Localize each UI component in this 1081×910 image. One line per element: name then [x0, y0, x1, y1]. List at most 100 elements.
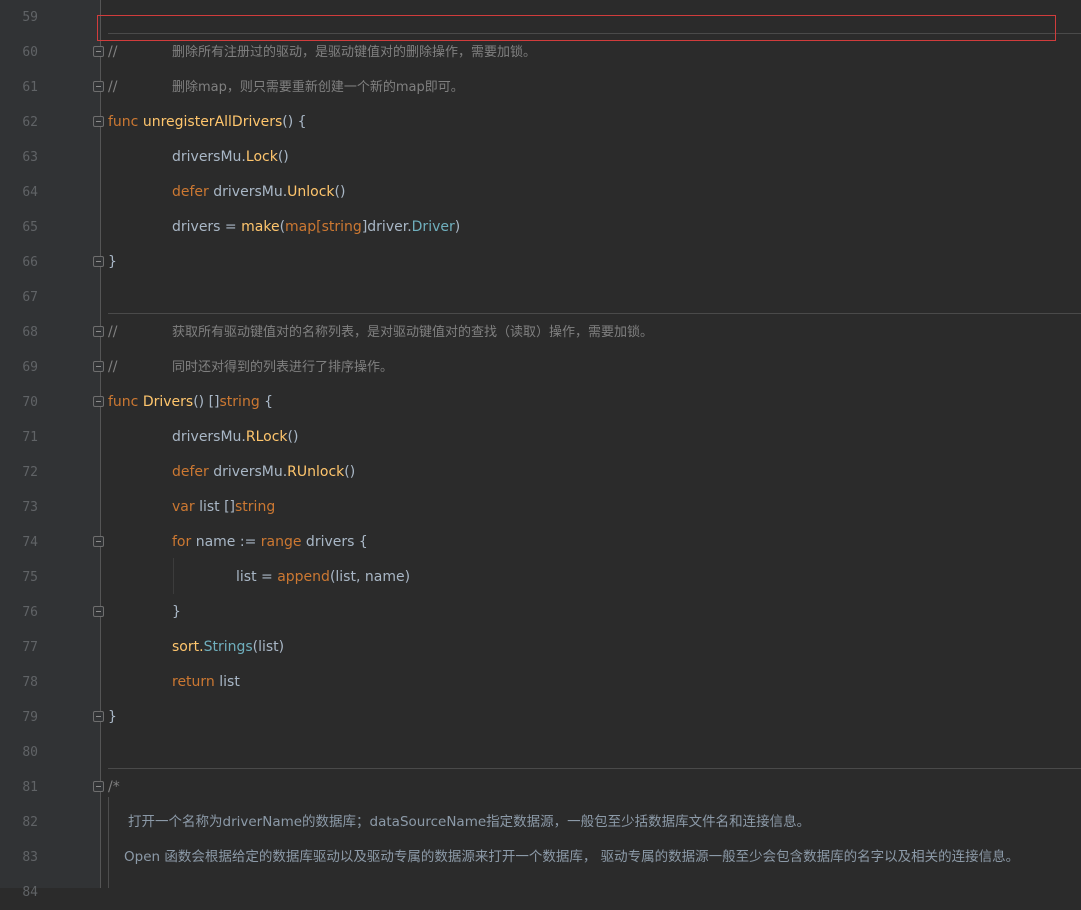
code-token: list: [214, 674, 240, 690]
code-token: list []: [194, 499, 236, 515]
fold-toggle-icon[interactable]: [93, 326, 104, 337]
code-line: 61 // 删除map，则只需要重新创建一个新的map即可。: [0, 70, 1081, 105]
package-type: Driver: [411, 219, 455, 235]
code-line: 71 driversMu.RLock(): [0, 420, 1081, 455]
code-line: 63 driversMu.Lock(): [0, 140, 1081, 175]
code-token: (): [344, 464, 356, 480]
function-name: Drivers: [142, 394, 194, 410]
line-number: 77: [22, 640, 38, 655]
fold-toggle-icon[interactable]: [93, 81, 104, 92]
code-text: defer driversMu.RUnlock(): [172, 455, 355, 490]
code-token: drivers {: [301, 534, 368, 550]
code-line: 70 func Drivers() []string {: [0, 385, 1081, 420]
code-token: ): [454, 219, 461, 235]
line-number: 82: [22, 815, 38, 830]
line-number: 78: [22, 675, 38, 690]
code-token: driversMu.: [208, 464, 288, 480]
code-line: 78 return list: [0, 665, 1081, 700]
code-line: 66 }: [0, 245, 1081, 280]
line-number: 62: [22, 115, 38, 130]
code-text: sort.Strings(list): [172, 630, 284, 665]
keyword: defer: [172, 184, 209, 200]
method-call: Lock: [245, 149, 278, 165]
line-number: 67: [22, 290, 38, 305]
fold-toggle-icon[interactable]: [93, 781, 104, 792]
line-number: 60: [22, 45, 38, 60]
fold-end-icon[interactable]: [93, 256, 104, 267]
code-line: 83 Open 函数会根据给定的数据库驱动以及驱动专属的数据源来打开一个数据库，…: [0, 840, 1081, 875]
fold-end-icon[interactable]: [93, 606, 104, 617]
line-number: 59: [22, 10, 38, 25]
code-line: 72 defer driversMu.RUnlock(): [0, 455, 1081, 490]
fold-toggle-icon[interactable]: [93, 116, 104, 127]
fold-toggle-icon[interactable]: [93, 536, 104, 547]
code-text: var list []string: [172, 490, 275, 525]
method-call: Strings: [203, 639, 253, 655]
code-line: 74 for name := range drivers {: [0, 525, 1081, 560]
code-text: driversMu.Lock(): [172, 140, 289, 175]
method-call: RLock: [245, 429, 288, 445]
line-number: 70: [22, 395, 38, 410]
line-number: 74: [22, 535, 38, 550]
block-comment-start: /*: [108, 779, 120, 795]
code-token: drivers =: [172, 219, 242, 235]
code-token: () []: [193, 394, 220, 410]
code-line: 68 // 获取所有驱动键值对的名称列表，是对驱动键值对的查找（读取）操作，需要…: [0, 315, 1081, 350]
code-token: (list, name): [329, 569, 411, 585]
code-token: ]driver.: [361, 219, 412, 235]
fold-toggle-icon[interactable]: [93, 361, 104, 372]
type-name: string: [321, 219, 362, 235]
code-line: 79 }: [0, 700, 1081, 735]
code-editor[interactable]: 59 60 // 删除所有注册过的驱动，是驱动键值对的删除操作，需要加锁。 61…: [0, 0, 1081, 900]
fold-end-icon[interactable]: [93, 711, 104, 722]
code-token: (): [287, 429, 299, 445]
code-text: driversMu.RLock(): [172, 420, 298, 455]
code-text: }: [172, 604, 181, 620]
line-number: 72: [22, 465, 38, 480]
doc-comment-text: 打开一个名称为driverName的数据库；dataSourceName指定数据…: [128, 814, 811, 830]
line-number: 64: [22, 185, 38, 200]
code-token: (): [277, 149, 289, 165]
line-number: 65: [22, 220, 38, 235]
line-number: 81: [22, 780, 38, 795]
keyword: var: [172, 499, 195, 515]
code-line: 81 /*: [0, 770, 1081, 805]
keyword: func: [108, 394, 139, 410]
code-token: {: [259, 394, 274, 410]
code-text: }: [108, 709, 117, 725]
builtin-call: append: [277, 569, 330, 585]
code-line: 77 sort.Strings(list): [0, 630, 1081, 665]
type-name: string: [219, 394, 260, 410]
line-number: 61: [22, 80, 38, 95]
doc-comment-text: Open 函数会根据给定的数据库驱动以及驱动专属的数据源来打开一个数据库， 驱动…: [124, 849, 1020, 865]
keyword: for: [172, 534, 192, 550]
comment-text: 同时还对得到的列表进行了排序操作。: [172, 360, 394, 375]
package-name: sort.: [172, 639, 204, 655]
line-number: 84: [22, 885, 38, 900]
code-line: 67: [0, 280, 1081, 315]
builtin-call: make: [241, 219, 280, 235]
code-text: list = append(list, name): [236, 560, 410, 595]
fold-toggle-icon[interactable]: [93, 46, 104, 57]
type-name: string: [235, 499, 276, 515]
code-token: (): [334, 184, 346, 200]
code-token: driversMu.: [208, 184, 288, 200]
code-text: for name := range drivers {: [172, 525, 368, 560]
line-number: 83: [22, 850, 38, 865]
line-number: 80: [22, 745, 38, 760]
comment-text: 获取所有驱动键值对的名称列表，是对驱动键值对的查找（读取）操作，需要加锁。: [172, 325, 654, 340]
function-name: unregisterAllDrivers: [142, 114, 283, 130]
code-text: func Drivers() []string {: [108, 385, 273, 420]
fold-toggle-icon[interactable]: [93, 396, 104, 407]
code-text: drivers = make(map[string]driver.Driver): [172, 210, 460, 245]
code-line: 64 defer driversMu.Unlock(): [0, 175, 1081, 210]
code-line: 82 打开一个名称为driverName的数据库；dataSourceName指…: [0, 805, 1081, 840]
code-text: func unregisterAllDrivers() {: [108, 105, 307, 140]
selection-highlight-box: [97, 15, 1056, 41]
method-call: RUnlock: [287, 464, 345, 480]
keyword: return: [172, 674, 215, 690]
line-number: 69: [22, 360, 38, 375]
code-line: 75 list = append(list, name): [0, 560, 1081, 595]
code-line: 69 // 同时还对得到的列表进行了排序操作。: [0, 350, 1081, 385]
keyword: map: [285, 219, 317, 235]
